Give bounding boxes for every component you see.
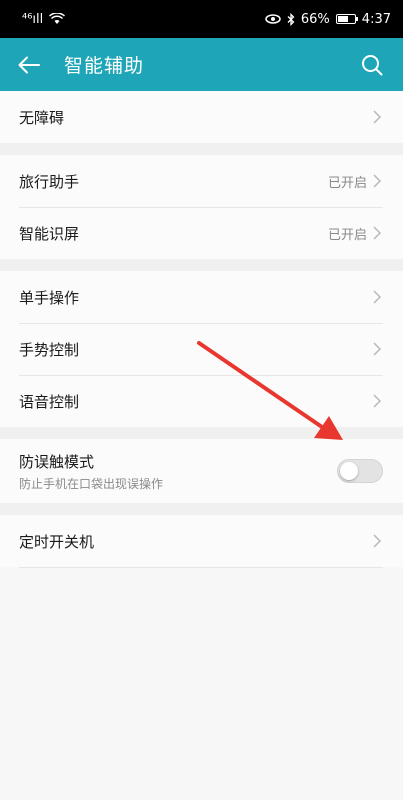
row-scheduled-power[interactable]: 定时开关机 <box>0 515 403 567</box>
row-status: 已开启 <box>327 175 367 191</box>
row-gesture-control[interactable]: 手势控制 <box>0 323 403 375</box>
status-bar: ⁴⁶ıll 66% 4:37 <box>0 0 403 38</box>
app-bar: 智能辅助 <box>0 38 403 91</box>
divider <box>19 567 383 568</box>
battery-percent: 66% <box>300 11 330 27</box>
chevron-right-icon <box>373 533 383 549</box>
chevron-right-icon <box>373 109 383 125</box>
clock: 4:37 <box>361 11 391 27</box>
row-voice-control[interactable]: 语音控制 <box>0 375 403 427</box>
chevron-right-icon <box>373 341 383 357</box>
row-label: 旅行助手 <box>19 172 80 191</box>
page-title: 智能辅助 <box>64 55 145 77</box>
chevron-right-icon <box>373 393 383 409</box>
row-label: 定时开关机 <box>19 532 95 551</box>
arrow-left-icon[interactable] <box>14 50 44 80</box>
row-label: 防误触模式 <box>19 452 95 471</box>
row-status: 已开启 <box>327 227 367 243</box>
row-text: 防误触模式 防止手机在口袋出现误操作 <box>19 451 337 492</box>
row-label: 智能识屏 <box>19 224 80 243</box>
row-travel-assistant[interactable]: 旅行助手 已开启 <box>0 155 403 207</box>
row-label: 无障碍 <box>19 108 65 127</box>
status-left: ⁴⁶ıll <box>22 11 66 27</box>
section-gap <box>0 259 403 271</box>
row-pocket-mode[interactable]: 防误触模式 防止手机在口袋出现误操作 <box>0 439 403 503</box>
battery-icon <box>335 14 358 24</box>
row-label: 语音控制 <box>19 392 80 411</box>
group-pocket-mode: 防误触模式 防止手机在口袋出现误操作 <box>0 439 403 503</box>
pocket-mode-toggle[interactable] <box>337 459 383 483</box>
chevron-right-icon <box>373 225 383 241</box>
eye-icon <box>265 14 281 24</box>
section-gap <box>0 503 403 515</box>
row-smart-screen[interactable]: 智能识屏 已开启 <box>0 207 403 259</box>
signal-icon: ⁴⁶ıll <box>22 11 44 27</box>
toggle-knob <box>340 462 358 480</box>
search-icon[interactable] <box>357 50 387 80</box>
row-accessibility[interactable]: 无障碍 <box>0 91 403 143</box>
chevron-right-icon <box>373 173 383 189</box>
section-gap <box>0 427 403 439</box>
row-one-hand[interactable]: 单手操作 <box>0 271 403 323</box>
group-scheduled-power: 定时开关机 <box>0 515 403 567</box>
group-assistants: 旅行助手 已开启 智能识屏 已开启 <box>0 155 403 259</box>
row-label: 手势控制 <box>19 340 80 359</box>
section-gap <box>0 143 403 155</box>
group-accessibility: 无障碍 <box>0 91 403 143</box>
chevron-right-icon <box>373 289 383 305</box>
bluetooth-icon <box>287 12 295 26</box>
row-label: 单手操作 <box>19 288 80 307</box>
wifi-icon <box>49 13 66 24</box>
status-right: 66% 4:37 <box>265 12 391 27</box>
row-description: 防止手机在口袋出现误操作 <box>19 476 164 491</box>
group-controls: 单手操作 手势控制 语音控制 <box>0 271 403 427</box>
